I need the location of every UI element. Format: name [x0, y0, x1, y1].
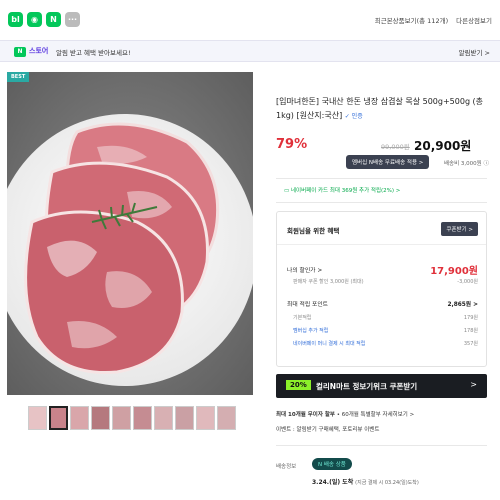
promo-coupon-bar[interactable]: 20% 컬리N마트 정보기위크 쿠폰받기 > — [276, 374, 487, 398]
thumbnail[interactable] — [112, 406, 131, 430]
chevron-right-icon: > — [470, 380, 477, 389]
thumbnail[interactable] — [217, 406, 236, 430]
delivery-date-value: 3.24.(일) 도착 — [312, 479, 354, 486]
thumbnail[interactable] — [154, 406, 173, 430]
points-breakdown-row: 네이버페이 머니 결제 시 최대 적립 357원 — [293, 340, 478, 347]
points-breakdown-value: 179원 — [463, 315, 478, 321]
top-bar-right: 최근본상품보기(총 112개) 다른상점보기 — [375, 15, 492, 25]
my-price-label[interactable]: 나의 할인가 > — [287, 265, 322, 274]
history-link[interactable]: 최근본상품보기(총 112개) — [375, 15, 448, 25]
original-price: 99,000원 — [381, 143, 410, 151]
thumbnail[interactable] — [91, 406, 110, 430]
points-breakdown-value: 178원 — [463, 328, 478, 334]
delivery-label: 배송정보 — [276, 464, 297, 470]
thumbnail[interactable] — [28, 406, 47, 430]
thumbnail[interactable] — [133, 406, 152, 430]
store-label: 스토어 — [29, 47, 49, 55]
thumbnail[interactable] — [70, 406, 89, 430]
points-value[interactable]: 2,865원 > — [447, 299, 478, 308]
card-benefit-text: 네이버페이 카드 최대 369원 추가 적립(2%) > — [290, 188, 401, 194]
points-label: 최대 적립 포인트 — [287, 302, 329, 308]
product-photo-svg — [7, 72, 253, 395]
promo-text: 컬리N마트 정보기위크 쿠폰받기 — [316, 382, 418, 391]
banner-action[interactable]: 알림받기 > — [459, 47, 490, 57]
shipping-tag[interactable]: 멤버십 N배송 무료배송 적용 > — [346, 155, 430, 169]
verified-badge: ✓ 인증 — [344, 113, 363, 120]
my-price-sub-label: 판매자 쿠폰 할인 3,000원 (최대) — [293, 279, 364, 285]
product-title-text: [입마녀한돈] 국내산 한돈 냉장 삼겹살 목살 500g+500g (총 1k… — [276, 97, 484, 120]
thumbnail[interactable] — [175, 406, 194, 430]
my-price-value: 17,900원 — [430, 266, 478, 277]
banner-text: 알림 받고 혜택 받아보세요! — [56, 49, 131, 57]
store-icon: N — [14, 47, 26, 57]
other-store-link[interactable]: 다른상점보기 — [456, 15, 492, 25]
thumbnail[interactable] — [196, 406, 215, 430]
card-benefit-link[interactable]: ▭ 네이버페이 카드 최대 369원 추가 적립(2%) > — [284, 186, 400, 194]
installment-bold: 최대 10개월 무이자 할부 — [276, 412, 335, 418]
store-badge: N 스토어 — [14, 46, 48, 57]
best-badge: BEST — [7, 72, 30, 82]
product-title: [입마녀한돈] 국내산 한돈 냉장 삼겹살 목살 500g+500g (총 1k… — [276, 95, 490, 124]
my-price-sub-value: -3,000원 — [457, 279, 478, 285]
points-breakdown-value: 357원 — [463, 341, 478, 347]
cafe-icon[interactable]: ◉ — [27, 12, 42, 27]
sale-price: 20,900원 — [414, 139, 472, 153]
installment-rest[interactable]: • 60개월 특별할부 자세히보기 > — [335, 412, 415, 418]
delivery-badge: N 배송 상품 — [312, 458, 352, 470]
discount-rate: 79% — [276, 137, 308, 152]
notification-banner: N 스토어 알림 받고 혜택 받아보세요! 알림받기 > — [0, 40, 500, 62]
points-breakdown-row: 멤버십 추가 적립 178원 — [293, 327, 478, 334]
installment-info: 최대 10개월 무이자 할부 • 60개월 특별할부 자세히보기 > — [276, 410, 414, 418]
points-breakdown-label: 기본적립 — [293, 315, 312, 321]
naver-icon[interactable]: N — [46, 12, 61, 27]
my-price-sub-row: 판매자 쿠폰 할인 3,000원 (최대) -3,000원 — [293, 278, 478, 285]
benefit-title: 회원님을 위한 혜택 — [287, 227, 340, 235]
blog-icon[interactable]: bl — [8, 12, 23, 27]
card-icon: ▭ — [284, 188, 291, 194]
points-breakdown-row: 기본적립 179원 — [293, 314, 478, 321]
divider — [276, 445, 487, 446]
delivery-date-note: (지금 결제 시 03.24(일)도착) — [355, 480, 419, 486]
points-breakdown-label[interactable]: 멤버십 추가 적립 — [293, 327, 328, 334]
more-icon[interactable]: ··· — [65, 12, 80, 27]
promo-percent: 20% — [286, 380, 311, 390]
event-info: 이벤트 : 알림받기 구매혜택, 포토리뷰 이벤트 — [276, 427, 380, 433]
points-row: 최대 적립 포인트 2,865원 > — [287, 299, 478, 308]
points-breakdown-label[interactable]: 네이버페이 머니 결제 시 최대 적립 — [293, 340, 365, 347]
coupon-button[interactable]: 쿠폰받기 > — [441, 222, 478, 236]
divider — [276, 202, 487, 203]
top-bar: bl ◉ N ··· 최근본상품보기(총 112개) 다른상점보기 — [0, 0, 500, 34]
member-benefit-box: 회원님을 위한 혜택 쿠폰받기 > 나의 할인가 > 17,900원 판매자 쿠… — [276, 211, 487, 367]
divider — [277, 244, 486, 245]
divider — [276, 178, 487, 179]
delivery-date: 3.24.(일) 도착 (지금 결제 시 03.24(일)도착) — [312, 477, 419, 486]
product-image: BEST — [7, 72, 253, 395]
thumbnail-strip — [28, 406, 236, 430]
my-price-row: 나의 할인가 > 17,900원 — [287, 262, 478, 277]
shipping-fee: 배송비 3,000원 ⓘ — [444, 161, 489, 167]
thumbnail[interactable] — [49, 406, 68, 430]
